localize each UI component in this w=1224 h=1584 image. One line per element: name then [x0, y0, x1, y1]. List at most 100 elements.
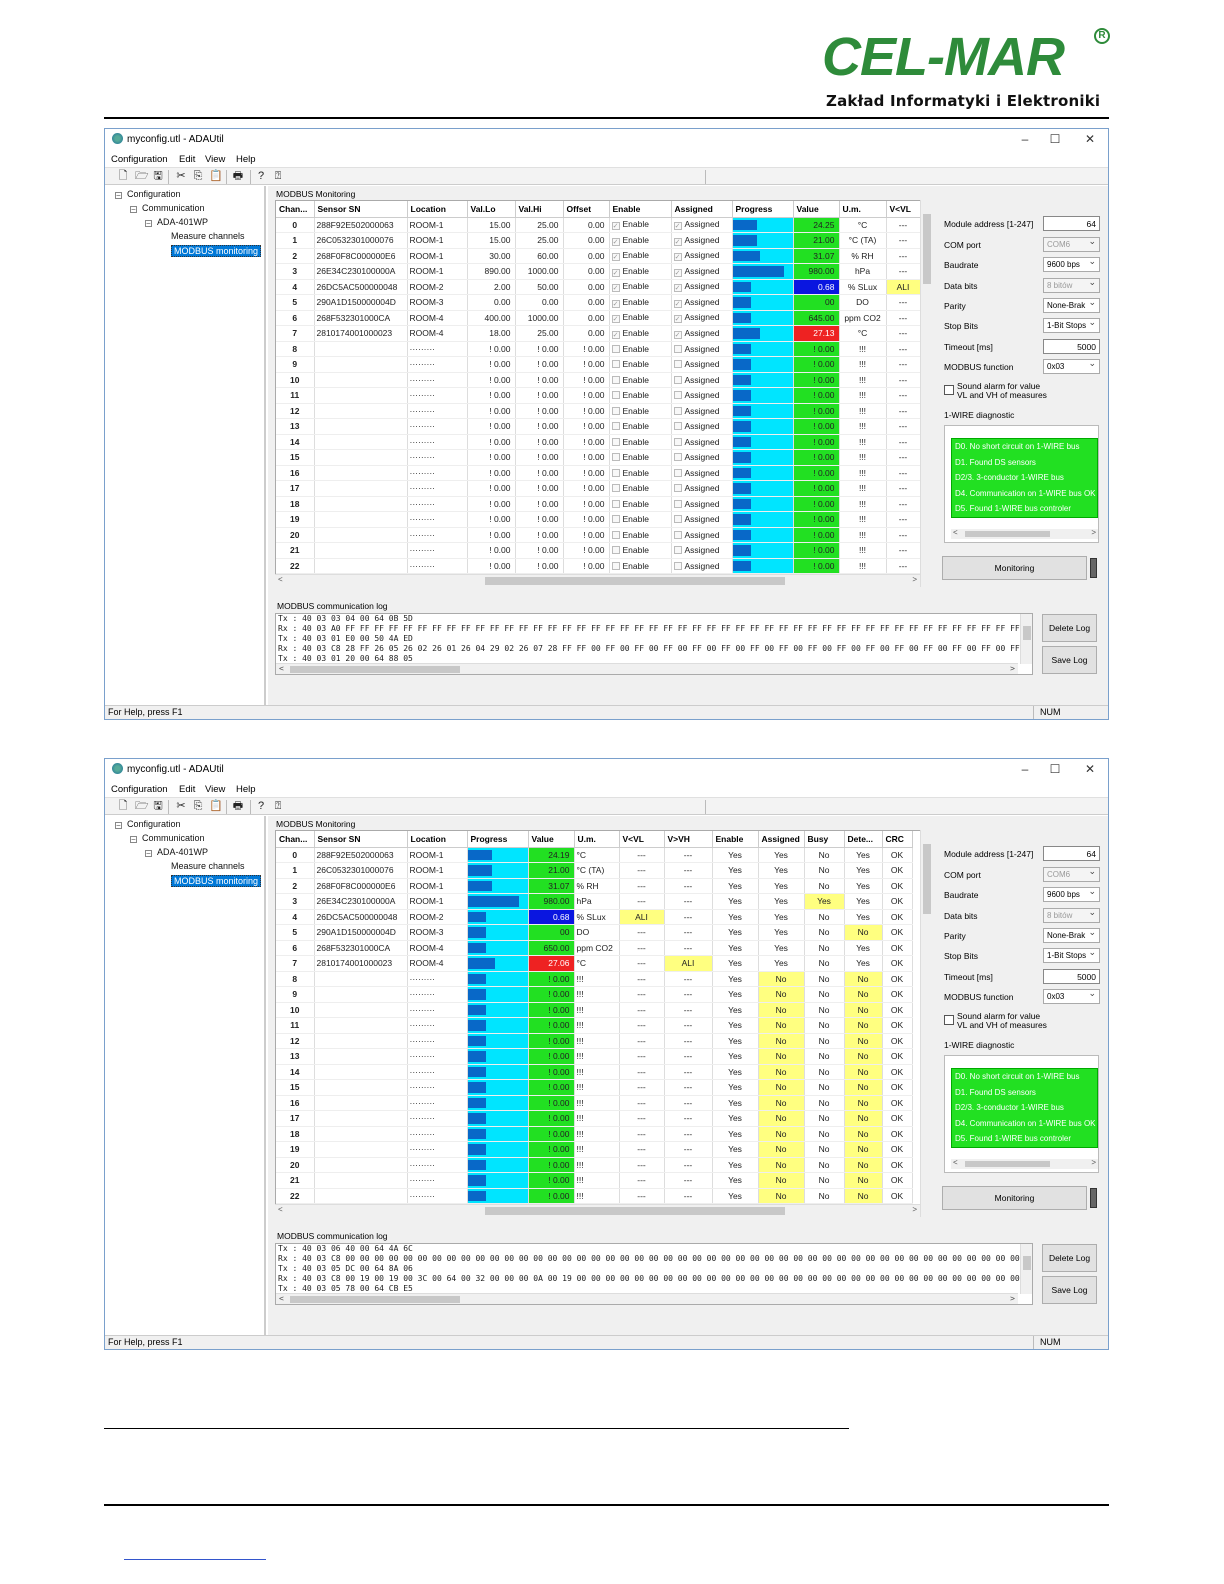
table-row[interactable]: 7 2810174001000023 ROOM-4 18.00 25.00 0.00 ✓ En… [276, 325, 921, 342]
scroll-right-icon[interactable]: > [912, 1205, 917, 1214]
checkbox-icon[interactable] [673, 422, 682, 431]
checkbox-icon[interactable] [611, 484, 620, 493]
assigned-checkbox[interactable]: ✓ Assigned [671, 232, 733, 249]
table-row[interactable]: 11 ·········! 0.00!!! --- --- Yes No No No OK [276, 1017, 913, 1034]
enable-checkbox[interactable]: ✓ Enable [609, 217, 672, 233]
table-row[interactable]: 17 ·········! 0.00!!! --- --- Yes No No No OK [276, 1110, 913, 1127]
tree-expand-icon[interactable]: – [145, 220, 152, 227]
open-folder-icon[interactable]: 🗁 [135, 170, 149, 182]
enable-checkbox[interactable]: Enable [609, 527, 672, 543]
table-row[interactable]: 5 290A1D150000004D ROOM-3 0.00 0.00 0.00 ✓ Enab… [276, 294, 921, 311]
assigned-checkbox[interactable]: Assigned [671, 418, 733, 435]
table-row[interactable]: 17 ·········! 0.00! 0.00! 0.00 Enable Assig… [276, 480, 921, 497]
timeout-input[interactable]: 5000 [1043, 969, 1100, 984]
column-header[interactable]: Chan... [276, 201, 315, 218]
modbus-function-select[interactable]: 0x03 [1043, 989, 1100, 1004]
save-log-button[interactable]: Save Log [1042, 1276, 1097, 1304]
assigned-checkbox[interactable]: Assigned [671, 511, 733, 528]
module-address-input[interactable]: 64 [1043, 846, 1100, 861]
minimize-button[interactable]: – [1017, 132, 1033, 146]
table-row[interactable]: 19 ·········! 0.00! 0.00! 0.00 Enable Assig… [276, 511, 921, 528]
tree-measure-channels[interactable]: Measure channels [171, 861, 245, 871]
enable-checkbox[interactable]: Enable [609, 434, 672, 450]
table-row[interactable]: 4 26DC5AC500000048 ROOM-2 2.00 50.00 0.00 ✓ Ena… [276, 279, 921, 295]
table-row[interactable]: 18 ·········! 0.00!!! --- --- Yes No No No OK [276, 1126, 913, 1142]
column-header[interactable]: U.m. [574, 831, 620, 848]
column-header[interactable]: Sensor SN [314, 831, 408, 848]
scroll-right-icon[interactable]: > [1091, 528, 1096, 537]
table-row[interactable]: 0 288F92E502000063 ROOM-1 15.00 25.00 0.00 ✓ En… [276, 217, 921, 233]
assigned-checkbox[interactable]: Assigned [671, 558, 733, 574]
checkbox-icon[interactable] [611, 375, 620, 384]
column-header[interactable]: Assigned [671, 201, 733, 218]
table-row[interactable]: 1 26C0532301000076 ROOM-1 15.00 25.00 0.00 ✓ En… [276, 232, 921, 249]
baudrate-select[interactable]: 9600 bps [1043, 257, 1100, 272]
checkbox-icon[interactable] [673, 360, 682, 369]
checkbox-icon[interactable]: ✓ [611, 330, 620, 339]
checkbox-icon[interactable] [611, 530, 620, 539]
menu-edit[interactable]: Edit [179, 154, 195, 165]
sound-alarm-checkbox[interactable] [944, 1015, 954, 1025]
column-header[interactable]: Assigned [758, 831, 805, 848]
enable-checkbox[interactable]: Enable [609, 449, 672, 466]
scroll-thumb[interactable] [923, 844, 931, 914]
scroll-right-icon[interactable]: > [1010, 1294, 1015, 1304]
parity-select[interactable]: None-Brak [1043, 298, 1100, 313]
grid-horizontal-scrollbar[interactable]: < > [275, 1204, 920, 1217]
save-icon[interactable]: 🖫 [152, 170, 164, 182]
assigned-checkbox[interactable]: ✓ Assigned [671, 310, 733, 326]
checkbox-icon[interactable] [673, 391, 682, 400]
table-row[interactable]: 9 ·········! 0.00! 0.00! 0.00 Enable Assign… [276, 356, 921, 373]
assigned-checkbox[interactable]: Assigned [671, 527, 733, 543]
checkbox-icon[interactable]: ✓ [673, 268, 682, 277]
cut-icon[interactable]: ✂ [175, 800, 187, 812]
assigned-checkbox[interactable]: Assigned [671, 341, 733, 357]
data-bits-select[interactable]: 8 bitów [1043, 908, 1100, 923]
table-row[interactable]: 9 ·········! 0.00!!! --- --- Yes No No No OK [276, 986, 913, 1003]
column-header[interactable]: Enable [609, 201, 672, 218]
close-button[interactable]: ✕ [1082, 762, 1098, 776]
scroll-left-icon[interactable]: < [278, 575, 283, 584]
checkbox-icon[interactable] [673, 437, 682, 446]
enable-checkbox[interactable]: Enable [609, 542, 672, 559]
column-header[interactable]: Location [407, 201, 468, 218]
tree-expand-icon[interactable]: – [130, 206, 137, 213]
modbus-function-select[interactable]: 0x03 [1043, 359, 1100, 374]
open-folder-icon[interactable]: 🗁 [135, 800, 149, 812]
menu-configuration[interactable]: Configuration [111, 784, 168, 795]
column-header[interactable]: V>VH [664, 831, 713, 848]
log-horizontal-scrollbar[interactable]: < > [276, 663, 1018, 674]
checkbox-icon[interactable] [673, 546, 682, 555]
assigned-checkbox[interactable]: Assigned [671, 465, 733, 481]
minimize-button[interactable]: – [1017, 762, 1033, 776]
enable-checkbox[interactable]: Enable [609, 418, 672, 435]
enable-checkbox[interactable]: ✓ Enable [609, 248, 672, 264]
scroll-right-icon[interactable]: > [1091, 1158, 1096, 1167]
column-header[interactable]: Offset [563, 201, 610, 218]
about-icon[interactable]: ? [255, 800, 267, 812]
checkbox-icon[interactable] [673, 406, 682, 415]
scroll-thumb[interactable] [290, 666, 460, 673]
column-header[interactable]: Progress [732, 201, 794, 218]
log-vertical-scrollbar[interactable] [1020, 614, 1032, 664]
checkbox-icon[interactable] [611, 422, 620, 431]
print-icon[interactable]: 🖶 [232, 800, 244, 812]
footer-link-underline[interactable] [124, 1559, 266, 1560]
checkbox-icon[interactable] [673, 468, 682, 477]
column-header[interactable]: V<VL [886, 201, 921, 218]
column-header[interactable]: Location [407, 831, 468, 848]
scroll-thumb[interactable] [1023, 1256, 1031, 1270]
enable-checkbox[interactable]: ✓ Enable [609, 310, 672, 326]
tree-measure-channels[interactable]: Measure channels [171, 231, 245, 241]
checkbox-icon[interactable] [611, 406, 620, 415]
monitoring-button[interactable]: Monitoring [942, 556, 1087, 580]
tree-configuration[interactable]: Configuration [127, 819, 181, 829]
menu-help[interactable]: Help [236, 154, 256, 165]
tree-expand-icon[interactable]: – [115, 192, 122, 199]
menu-view[interactable]: View [205, 154, 225, 165]
help-pointer-icon[interactable]: ⍰ [272, 170, 284, 182]
assigned-checkbox[interactable]: ✓ Assigned [671, 325, 733, 342]
checkbox-icon[interactable] [673, 561, 682, 570]
stop-bits-select[interactable]: 1-Bit Stops [1043, 948, 1100, 963]
table-row[interactable]: 18 ·········! 0.00! 0.00! 0.00 Enable Assig… [276, 496, 921, 512]
